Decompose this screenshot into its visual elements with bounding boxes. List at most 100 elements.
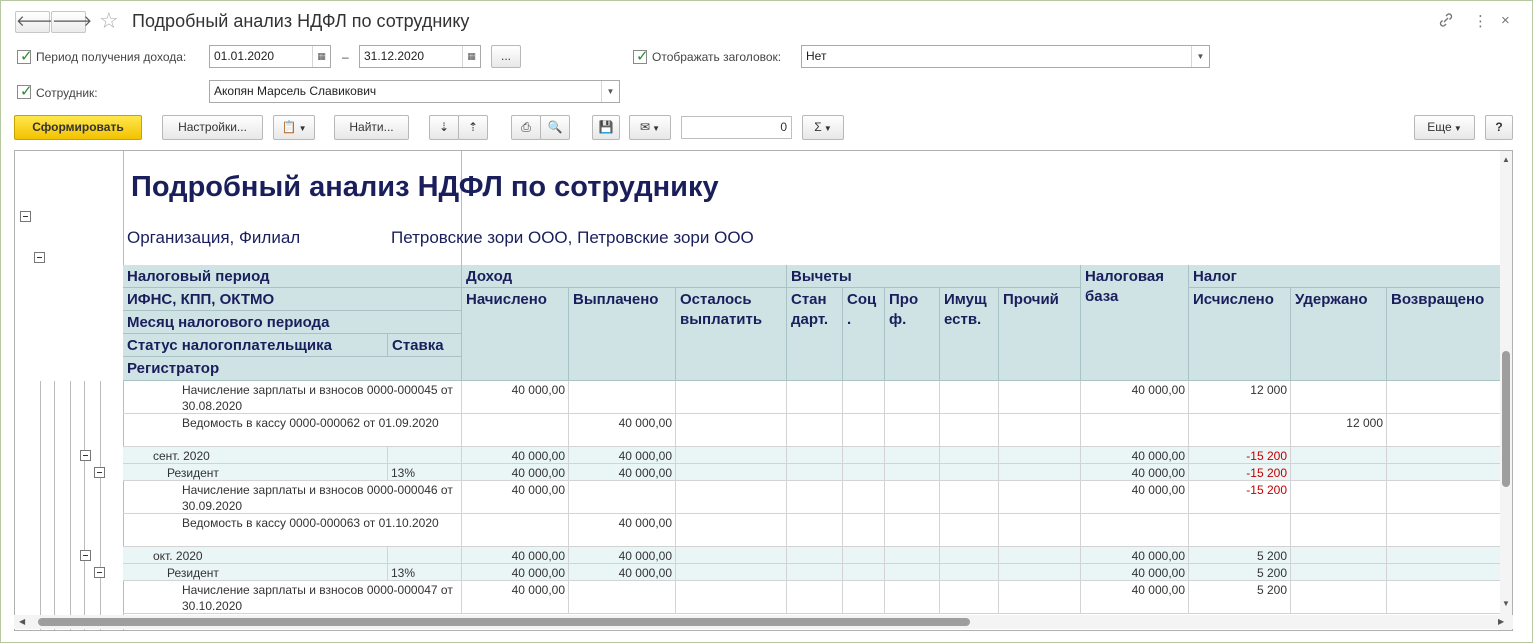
cell-empty[interactable]: [1387, 514, 1501, 547]
cell-accrued[interactable]: [462, 414, 569, 447]
cell-paid[interactable]: 40 000,00: [569, 447, 676, 464]
expand-all-icon[interactable]: ⇣: [429, 115, 459, 140]
generate-button[interactable]: Сформировать: [14, 115, 142, 140]
cell-empty[interactable]: [999, 547, 1081, 564]
cell-empty[interactable]: [676, 414, 787, 447]
cell-name[interactable]: окт. 2020: [123, 547, 388, 564]
cell-name[interactable]: Ведомость в кассу 0000-000062 от 01.09.2…: [123, 414, 462, 447]
cell-withheld[interactable]: [1291, 447, 1387, 464]
more-button[interactable]: Еще ▼: [1414, 115, 1475, 140]
cell-empty[interactable]: [1387, 381, 1501, 414]
cell-empty[interactable]: [940, 564, 999, 581]
cell-withheld[interactable]: [1291, 581, 1387, 614]
scroll-left-icon[interactable]: ◀: [19, 617, 25, 626]
cell-rate[interactable]: [388, 547, 462, 564]
cell-base[interactable]: 40 000,00: [1081, 564, 1189, 581]
cell-empty[interactable]: [843, 514, 885, 547]
cell-empty[interactable]: [940, 581, 999, 614]
cell-empty[interactable]: [1387, 581, 1501, 614]
employee-checkbox[interactable]: ✓: [17, 83, 33, 100]
cell-empty[interactable]: [1387, 464, 1501, 481]
cell-empty[interactable]: [999, 514, 1081, 547]
cell-empty[interactable]: [787, 464, 843, 481]
cell-base[interactable]: [1081, 514, 1189, 547]
cell-calc[interactable]: -15 200: [1189, 464, 1291, 481]
cell-base[interactable]: 40 000,00: [1081, 581, 1189, 614]
cell-base[interactable]: 40 000,00: [1081, 481, 1189, 514]
cell-empty[interactable]: [787, 547, 843, 564]
cell-empty[interactable]: [843, 481, 885, 514]
save-icon[interactable]: 💾: [592, 115, 620, 140]
cell-empty[interactable]: [787, 564, 843, 581]
show-header-select[interactable]: Нет ▼: [801, 45, 1210, 68]
cell-withheld[interactable]: [1291, 381, 1387, 414]
cell-withheld[interactable]: [1291, 481, 1387, 514]
horizontal-scrollbar[interactable]: ◀ ▶: [14, 615, 1513, 629]
cell-empty[interactable]: [999, 464, 1081, 481]
cell-empty[interactable]: [1387, 547, 1501, 564]
cell-empty[interactable]: [787, 414, 843, 447]
cell-name[interactable]: Резидент: [123, 564, 388, 581]
cell-accrued[interactable]: 40 000,00: [462, 381, 569, 414]
cell-empty[interactable]: [885, 581, 940, 614]
cell-base[interactable]: 40 000,00: [1081, 447, 1189, 464]
cell-empty[interactable]: [999, 381, 1081, 414]
cell-base[interactable]: 40 000,00: [1081, 464, 1189, 481]
cell-rate[interactable]: [388, 447, 462, 464]
find-button[interactable]: Найти...: [334, 115, 409, 140]
cell-empty[interactable]: [999, 447, 1081, 464]
cell-paid[interactable]: [569, 381, 676, 414]
more-menu-icon[interactable]: ⋮: [1473, 12, 1488, 30]
scroll-down-icon[interactable]: ▼: [1502, 599, 1510, 608]
cell-accrued[interactable]: [462, 514, 569, 547]
chevron-down-icon[interactable]: ▼: [601, 81, 619, 102]
horizontal-scroll-thumb[interactable]: [38, 618, 970, 626]
cell-empty[interactable]: [843, 564, 885, 581]
cell-calc[interactable]: [1189, 414, 1291, 447]
report-area[interactable]: Подробный анализ НДФЛ по сотруднику Орга…: [14, 150, 1513, 631]
cell-paid[interactable]: 40 000,00: [569, 464, 676, 481]
cell-empty[interactable]: [885, 564, 940, 581]
sum-button[interactable]: Σ ▼: [802, 115, 844, 140]
collapse-toggle[interactable]: [94, 567, 105, 578]
cell-empty[interactable]: [843, 447, 885, 464]
cell-empty[interactable]: [999, 481, 1081, 514]
cell-calc[interactable]: -15 200: [1189, 447, 1291, 464]
print-preview-icon[interactable]: 🔍: [540, 115, 570, 140]
cell-empty[interactable]: [843, 414, 885, 447]
cell-empty[interactable]: [676, 447, 787, 464]
cell-empty[interactable]: [999, 414, 1081, 447]
cell-base[interactable]: [1081, 414, 1189, 447]
period-from-field[interactable]: 01.01.2020 ▦: [209, 45, 331, 68]
cell-empty[interactable]: [885, 481, 940, 514]
cell-empty[interactable]: [676, 481, 787, 514]
show-header-checkbox[interactable]: ✓: [633, 48, 649, 65]
cell-empty[interactable]: [940, 547, 999, 564]
cell-paid[interactable]: [569, 481, 676, 514]
cell-withheld[interactable]: [1291, 514, 1387, 547]
cell-withheld[interactable]: [1291, 564, 1387, 581]
cell-empty[interactable]: [940, 464, 999, 481]
cell-empty[interactable]: [999, 581, 1081, 614]
cell-accrued[interactable]: 40 000,00: [462, 547, 569, 564]
help-button[interactable]: ?: [1485, 115, 1513, 140]
cell-empty[interactable]: [1387, 481, 1501, 514]
cell-empty[interactable]: [843, 581, 885, 614]
cell-empty[interactable]: [885, 447, 940, 464]
print-icon[interactable]: ⎙: [511, 115, 541, 140]
cell-rate[interactable]: 13%: [388, 464, 462, 481]
cell-empty[interactable]: [676, 381, 787, 414]
cell-empty[interactable]: [843, 381, 885, 414]
cell-empty[interactable]: [787, 381, 843, 414]
cell-empty[interactable]: [787, 514, 843, 547]
cell-calc[interactable]: 12 000: [1189, 381, 1291, 414]
settings-button[interactable]: Настройки...: [162, 115, 263, 140]
cell-empty[interactable]: [787, 447, 843, 464]
cell-empty[interactable]: [885, 547, 940, 564]
collapse-toggle[interactable]: [94, 467, 105, 478]
vertical-scrollbar[interactable]: ▲ ▼: [1500, 151, 1512, 630]
cell-name[interactable]: Начисление зарплаты и взносов 0000-00004…: [123, 481, 462, 514]
cell-paid[interactable]: 40 000,00: [569, 564, 676, 581]
cell-accrued[interactable]: 40 000,00: [462, 481, 569, 514]
employee-select[interactable]: Акопян Марсель Славикович ▼: [209, 80, 620, 103]
